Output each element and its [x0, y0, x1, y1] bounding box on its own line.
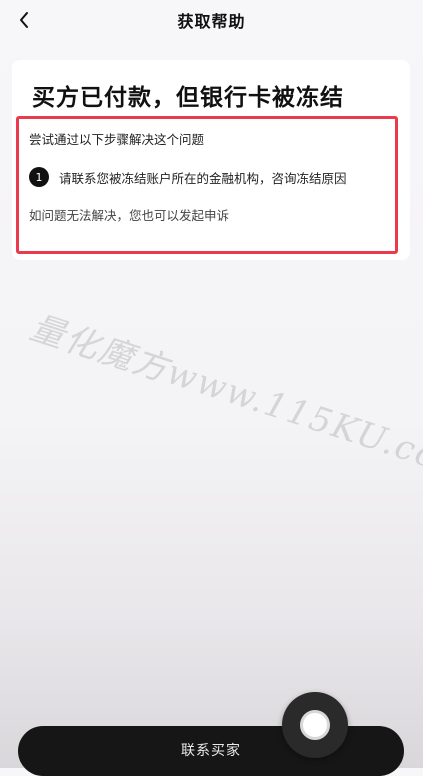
record-circle-icon: [300, 710, 330, 740]
step-number-badge: 1: [29, 167, 49, 187]
step-item: 1 请联系您被冻结账户所在的金融机构，咨询冻结原因: [29, 167, 347, 187]
solution-highlight-box: 尝试通过以下步骤解决这个问题 1 请联系您被冻结账户所在的金融机构，咨询冻结原因…: [16, 116, 398, 254]
step-text: 请联系您被冻结账户所在的金融机构，咨询冻结原因: [59, 170, 347, 186]
page-title: 获取帮助: [177, 12, 246, 31]
issue-title: 买方已付款，但银行卡被冻结: [32, 85, 344, 111]
appeal-link[interactable]: 如问题无法解决，您也可以发起申诉: [29, 205, 229, 224]
watermark-text: 量化魔方www.115KU.com: [25, 307, 423, 489]
steps-hint: 尝试通过以下步骤解决这个问题: [29, 132, 205, 147]
contact-buyer-label: 联系买家: [181, 743, 241, 759]
header-bar: 获取帮助: [0, 0, 423, 44]
floating-action-button[interactable]: [282, 692, 348, 758]
